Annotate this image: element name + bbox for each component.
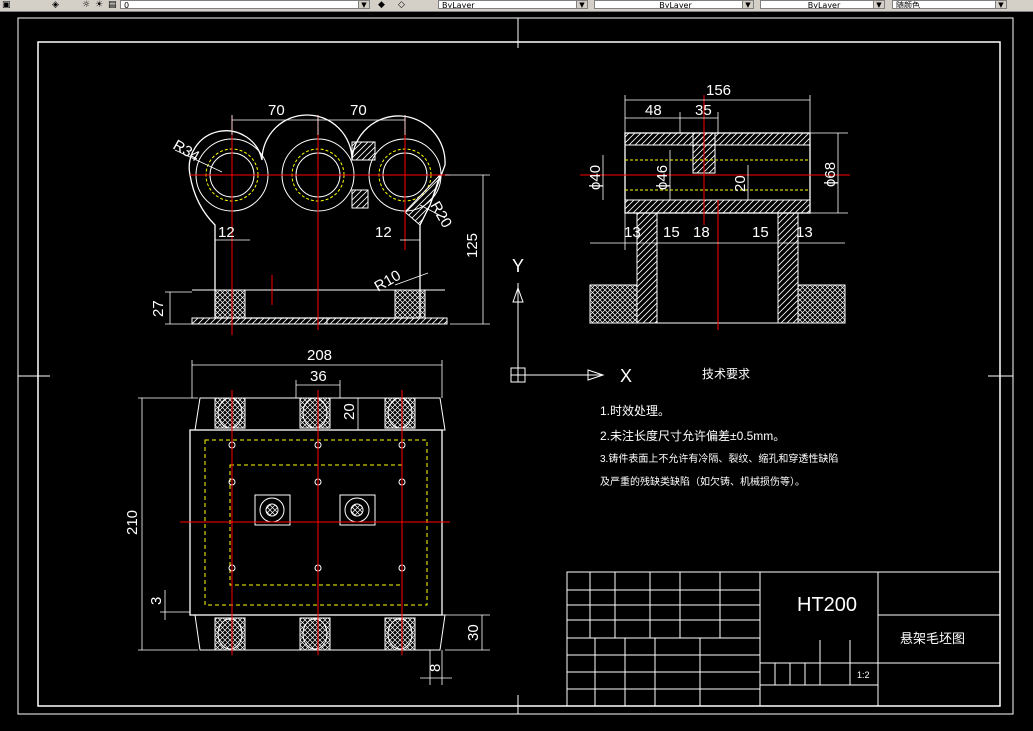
scale-label: 1:2 [857,670,870,680]
dim-phi68: ϕ68 [822,162,839,187]
layer-icon[interactable]: ▣ [2,0,11,10]
dim-phi46: ϕ46 [654,165,671,190]
dim-48: 48 [645,102,662,119]
part-name-label: 悬架毛坯图 [900,631,965,646]
dim-27: 27 [150,300,167,317]
dim-phi40: ϕ40 [587,165,604,190]
chevron-down-icon: ▼ [358,1,369,8]
ucs-icon [510,283,605,383]
sun-icon[interactable]: ☀ [95,0,103,10]
dim-8: 8 [427,664,444,672]
lineweight-dropdown[interactable]: ByLayer ▼ [760,0,885,9]
tech-req-line3: 3.铸件表面上不允许有冷隔、裂纹、缩孔和穿透性缺陷 [600,452,838,465]
dim-210: 210 [124,510,141,535]
dim-20-plan: 20 [341,403,358,420]
tech-req-line1: 1.时效处理。 [600,403,670,418]
make-current-icon[interactable]: ◆ [378,0,385,10]
color-dropdown-value: ByLayer [442,1,475,9]
dim-36: 36 [310,368,327,385]
chevron-down-icon: ▼ [873,1,884,8]
linetype-dropdown-value: ByLayer [659,1,692,9]
color-dropdown[interactable]: ByLayer ▼ [438,0,588,9]
ucs-x-label: X [620,366,632,386]
dim-18: 18 [693,224,710,241]
material-label: HT200 [797,594,857,616]
drawing-canvas[interactable]: 70 70 R34 12 12 R20 R10 125 27 156 48 35… [0,11,1033,731]
dim-13-right: 13 [796,224,813,241]
dim-12-left: 12 [218,224,235,241]
dim-15-left: 15 [663,224,680,241]
dim-20-side: 20 [732,175,749,192]
dim-30: 30 [465,624,482,641]
linetype-dropdown[interactable]: ByLayer ▼ [594,0,754,9]
layer-dropdown[interactable]: 0 ▼ [120,0,370,9]
dim-15-right: 15 [752,224,769,241]
chevron-down-icon: ▼ [742,1,753,8]
lightbulb-icon[interactable]: ☼ [82,0,90,10]
chevron-down-icon: ▼ [576,1,587,8]
tech-req-line4: 及严重的残缺类缺陷（如欠铸、机械损伤等）。 [600,475,805,488]
plotstyle-dropdown-value: 随颜色 [896,1,920,9]
layer-previous-icon[interactable]: ◇ [398,0,405,10]
lineweight-dropdown-value: ByLayer [807,1,841,9]
dim-208: 208 [307,347,332,364]
dim-70-right: 70 [350,102,367,119]
layer-dropdown-value: 0 [124,1,130,9]
dim-13-left: 13 [624,224,641,241]
chevron-down-icon: ▼ [995,1,1006,8]
dim-3: 3 [148,597,165,605]
plotstyle-dropdown[interactable]: 随颜色 ▼ [892,0,1007,9]
tech-req-title: 技术要求 [702,367,750,381]
drawing-frame [17,17,1014,715]
layer-state-icon[interactable]: ◈ [52,0,59,10]
lock-icon[interactable]: ▤ [108,0,117,10]
tech-req-line2: 2.未注长度尺寸允许偏差±0.5mm。 [600,428,785,443]
dim-70-left: 70 [268,102,285,119]
ucs-y-label: Y [512,256,524,276]
dim-125: 125 [464,233,481,258]
dim-35: 35 [695,102,712,119]
dim-156: 156 [706,82,731,99]
dim-12-right: 12 [375,224,392,241]
